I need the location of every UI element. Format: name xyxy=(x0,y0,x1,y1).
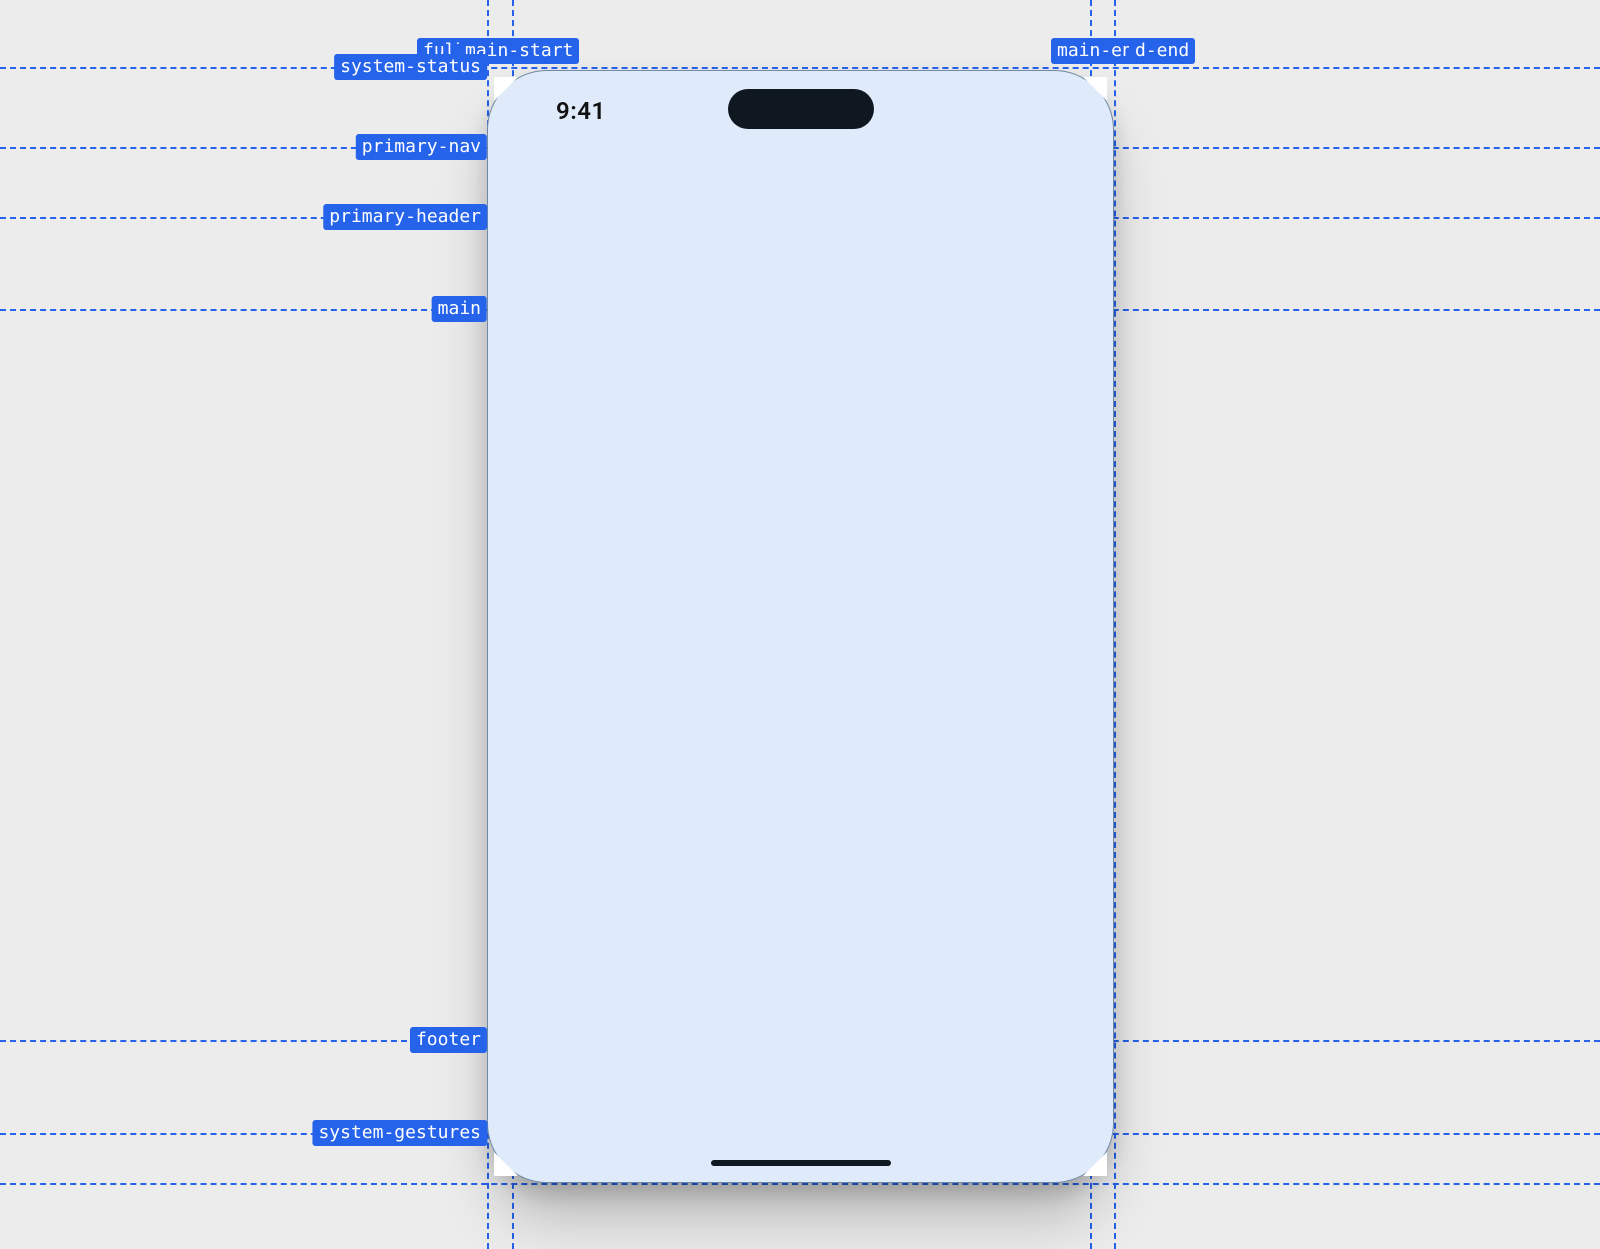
home-indicator xyxy=(711,1160,891,1166)
status-time: 9:41 xyxy=(556,97,606,125)
label-fullbleed-end: d-end xyxy=(1129,38,1195,64)
label-system-gestures: system-gestures xyxy=(312,1120,487,1146)
label-footer: footer xyxy=(410,1027,487,1053)
dynamic-island xyxy=(728,89,874,129)
corner-decoration xyxy=(494,1152,518,1176)
label-system-status: system-status xyxy=(334,54,487,80)
guide-bottom xyxy=(0,1183,1600,1185)
corner-decoration xyxy=(1083,1152,1107,1176)
phone-frame: 9:41 xyxy=(487,70,1114,1183)
label-main: main xyxy=(432,296,487,322)
label-primary-nav: primary-nav xyxy=(356,134,487,160)
label-primary-header: primary-header xyxy=(323,204,487,230)
guide-system-status xyxy=(0,67,1600,69)
guide-fullbleed-end xyxy=(1114,0,1116,1249)
